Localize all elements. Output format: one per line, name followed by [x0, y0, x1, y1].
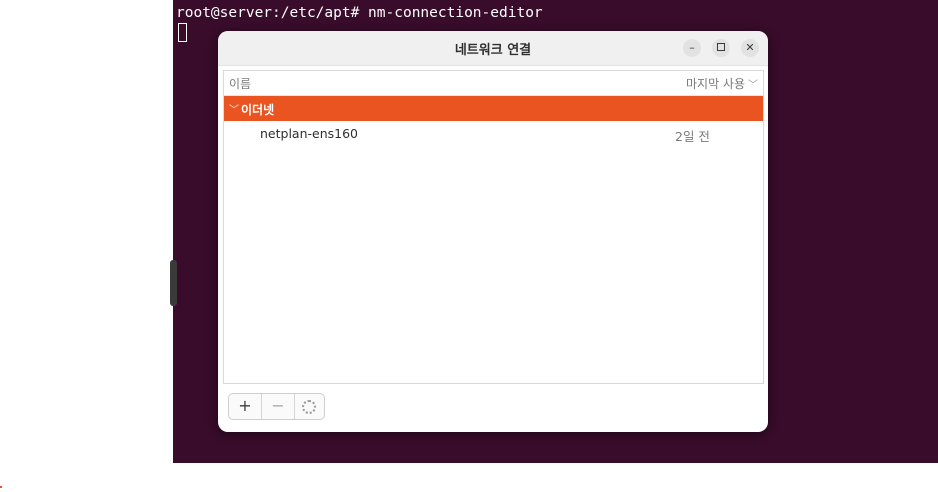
connection-last-used: 2일 전	[675, 129, 710, 144]
network-connections-dialog: 네트워크 연결 – ✕ 이름 마지막 사용 ﹀ ﹀ 이더넷 netplan-ens…	[218, 31, 768, 432]
group-label: 이더넷	[241, 103, 275, 117]
chevron-down-icon: ﹀	[748, 80, 758, 91]
column-header-name[interactable]: 이름	[229, 75, 251, 92]
column-header-last-used-label: 마지막 사용	[685, 77, 745, 91]
terminal-cursor	[178, 23, 187, 42]
chevron-down-icon: ﹀	[229, 105, 239, 116]
remove-connection-button[interactable]: −	[261, 394, 295, 419]
maximize-icon	[717, 43, 725, 51]
connection-name: netplan-ens160	[260, 126, 358, 141]
close-button[interactable]: ✕	[741, 39, 759, 57]
minimize-button[interactable]: –	[683, 39, 701, 57]
minus-icon: −	[271, 396, 285, 415]
dialog-titlebar[interactable]: 네트워크 연결 – ✕	[218, 31, 768, 66]
group-row-ethernet[interactable]: ﹀ 이더넷	[224, 96, 763, 121]
add-connection-button[interactable]: +	[229, 394, 261, 419]
close-icon: ✕	[745, 41, 755, 54]
resize-handle[interactable]	[170, 260, 177, 306]
desktop-dot	[0, 486, 2, 488]
plus-icon: +	[238, 396, 252, 415]
gear-icon	[302, 400, 316, 414]
maximize-button[interactable]	[712, 39, 730, 57]
connection-row[interactable]: netplan-ens160 2일 전	[224, 122, 763, 146]
terminal-command-line: root@server:/etc/apt# nm-connection-edit…	[176, 5, 543, 21]
edit-connection-button[interactable]	[293, 394, 325, 419]
connection-toolbar: + −	[228, 393, 325, 420]
minimize-icon: –	[689, 41, 695, 54]
connection-list: 이름 마지막 사용 ﹀ ﹀ 이더넷 netplan-ens160 2일 전	[223, 70, 764, 384]
column-header-last-used[interactable]: 마지막 사용 ﹀	[686, 75, 758, 92]
list-header: 이름 마지막 사용 ﹀	[224, 71, 763, 96]
